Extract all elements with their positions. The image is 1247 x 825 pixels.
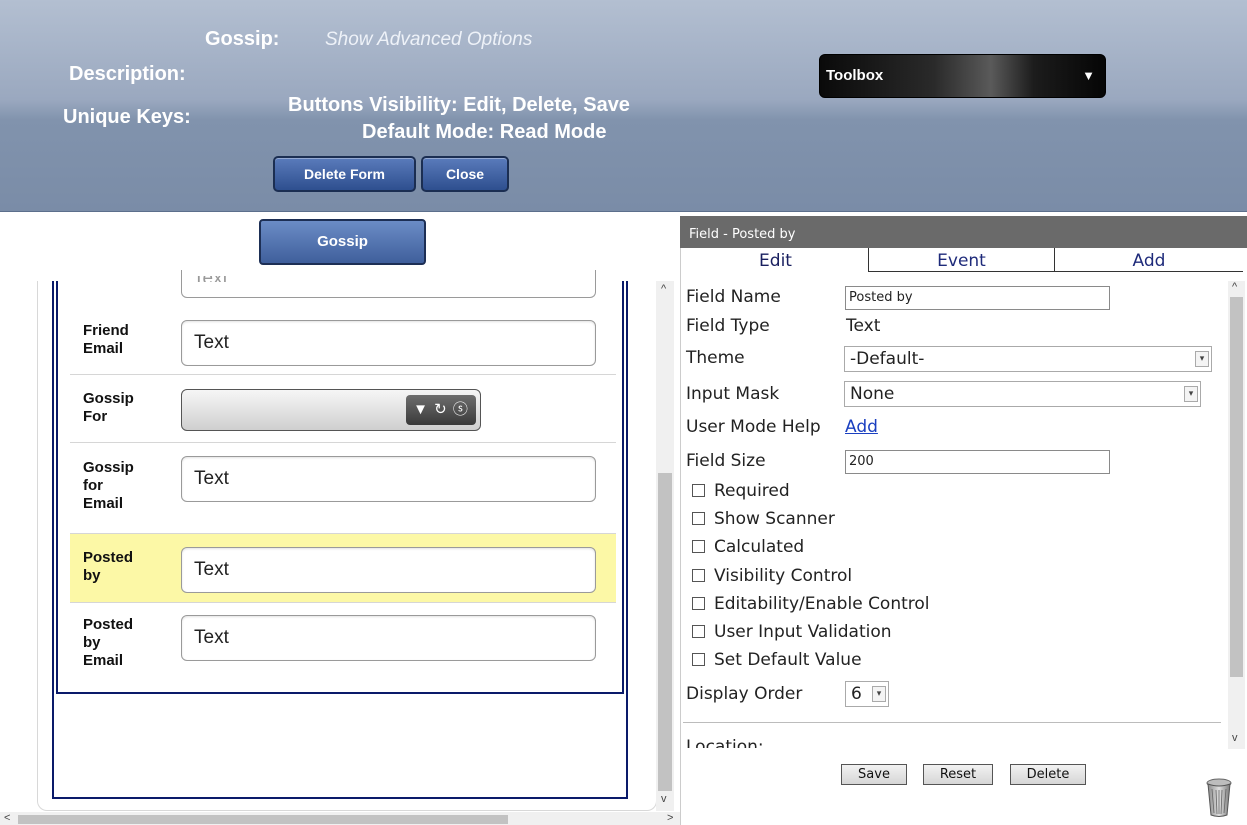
form-inner-border-bottom: [56, 692, 624, 694]
set-default-value-checkbox[interactable]: Set Default Value: [692, 650, 862, 670]
field-type-value: Text: [846, 316, 881, 336]
delete-form-button[interactable]: Delete Form: [273, 156, 416, 192]
theme-select[interactable]: -Default- ▾: [844, 346, 1212, 372]
posted-by-input[interactable]: Text: [181, 547, 596, 593]
form-tab-gossip[interactable]: Gossip: [259, 219, 426, 265]
checkbox-label: Required: [714, 481, 790, 501]
field-name-label: Field Name: [686, 287, 781, 307]
checkbox-icon[interactable]: [692, 597, 705, 610]
chevron-down-icon: ▾: [1195, 351, 1209, 367]
chevron-down-icon: ▼: [1082, 68, 1095, 83]
form-horizontal-scrollbar[interactable]: < >: [0, 812, 680, 825]
delete-button[interactable]: Delete: [1010, 764, 1086, 785]
checkbox-icon[interactable]: [692, 569, 705, 582]
checkbox-icon[interactable]: [692, 625, 705, 638]
description-label: Description:: [69, 63, 186, 85]
user-mode-help-label: User Mode Help: [686, 417, 821, 437]
close-button[interactable]: Close: [421, 156, 509, 192]
display-order-value: 6: [851, 684, 862, 704]
input-mask-select-value: None: [850, 384, 895, 404]
scroll-down-icon[interactable]: v: [661, 793, 667, 805]
input-mask-select[interactable]: None ▾: [844, 381, 1201, 407]
user-mode-help-add-link[interactable]: Add: [845, 417, 878, 437]
default-mode-text: Default Mode: Read Mode: [362, 121, 607, 143]
field-label: Posted by Email: [83, 616, 134, 669]
chevron-down-icon: ▾: [1184, 386, 1198, 402]
theme-select-value: -Default-: [850, 349, 925, 369]
tab-add[interactable]: Add: [1054, 248, 1243, 272]
unique-keys-label: Unique Keys:: [63, 106, 191, 128]
checkbox-label: Show Scanner: [714, 509, 835, 529]
form-inner-border-right: [622, 281, 624, 694]
checkbox-label: User Input Validation: [714, 622, 892, 642]
visibility-control-checkbox[interactable]: Visibility Control: [692, 566, 852, 586]
form-row-gossip-for[interactable]: Gossip For ▼ ↻ ⓢ: [70, 375, 616, 443]
user-input-validation-checkbox[interactable]: User Input Validation: [692, 622, 892, 642]
trash-icon[interactable]: [1206, 778, 1232, 818]
gossip-for-select[interactable]: ▼ ↻ ⓢ: [181, 389, 481, 431]
scroll-right-icon[interactable]: >: [667, 812, 673, 824]
field-label: Gossip for Email: [83, 459, 134, 512]
checkbox-label: Calculated: [714, 537, 805, 557]
text-input-partial[interactable]: [181, 270, 596, 298]
display-order-select[interactable]: 6 ▾: [845, 681, 889, 707]
required-checkbox[interactable]: Required: [692, 481, 790, 501]
form-vertical-scrollbar[interactable]: ^ v: [656, 281, 674, 811]
chevron-down-icon: ▾: [872, 686, 886, 702]
field-label: Gossip For: [83, 390, 134, 425]
field-size-input[interactable]: 200: [845, 450, 1110, 474]
text-input-partial-value: Text: [193, 276, 228, 282]
scroll-left-icon[interactable]: <: [4, 812, 10, 824]
panel-divider: [683, 722, 1221, 723]
buttons-visibility-text: Buttons Visibility: Edit, Delete, Save: [288, 94, 630, 116]
select-tools-icons[interactable]: ▼ ↻ ⓢ: [406, 395, 476, 425]
tab-edit[interactable]: Edit: [683, 248, 868, 272]
field-panel-title: Field - Posted by: [680, 216, 1247, 248]
gossip-for-email-input[interactable]: Text: [181, 456, 596, 502]
field-name-input[interactable]: Posted by: [845, 286, 1110, 310]
checkbox-label: Visibility Control: [714, 566, 853, 586]
scrollbar-thumb[interactable]: [18, 815, 508, 824]
scroll-up-icon[interactable]: ^: [1232, 281, 1237, 293]
location-label-partial: Location:: [686, 738, 764, 748]
form-row-gossip-for-email[interactable]: Gossip for Email Text: [70, 443, 616, 534]
form-row-friend-email[interactable]: Friend Email Text: [70, 307, 616, 375]
posted-by-email-input[interactable]: Text: [181, 615, 596, 661]
toolbox-dropdown[interactable]: Toolbox ▼: [819, 54, 1106, 98]
show-advanced-options-link[interactable]: Show Advanced Options: [325, 29, 532, 51]
show-scanner-checkbox[interactable]: Show Scanner: [692, 509, 835, 529]
scroll-down-icon[interactable]: v: [1232, 732, 1238, 744]
checkbox-icon[interactable]: [692, 484, 705, 497]
checkbox-label: Set Default Value: [714, 650, 862, 670]
field-size-label: Field Size: [686, 451, 766, 471]
field-panel-scrollbar[interactable]: ^ v: [1228, 281, 1245, 749]
checkbox-label: Editability/Enable Control: [714, 594, 930, 614]
display-order-label: Display Order: [686, 684, 803, 704]
scrollbar-thumb[interactable]: [1230, 297, 1243, 677]
form-row-posted-by[interactable]: Posted by Text: [70, 534, 616, 603]
save-button[interactable]: Save: [841, 764, 907, 785]
editability-control-checkbox[interactable]: Editability/Enable Control: [692, 594, 930, 614]
tab-event[interactable]: Event: [868, 248, 1054, 272]
reset-button[interactable]: Reset: [923, 764, 993, 785]
calculated-checkbox[interactable]: Calculated: [692, 537, 804, 557]
form-inner-border-left: [56, 281, 58, 694]
form-row-posted-by-email[interactable]: Posted by Email Text: [70, 603, 616, 691]
input-mask-label: Input Mask: [686, 384, 780, 404]
scroll-up-icon[interactable]: ^: [661, 283, 666, 295]
checkbox-icon[interactable]: [692, 653, 705, 666]
form-name-label: Gossip:: [205, 28, 280, 50]
toolbox-label: Toolbox: [826, 67, 884, 84]
checkbox-icon[interactable]: [692, 540, 705, 553]
field-label: Posted by: [83, 549, 134, 584]
theme-label: Theme: [686, 348, 745, 368]
field-label: Friend Email: [83, 322, 129, 357]
field-type-label: Field Type: [686, 316, 770, 336]
checkbox-icon[interactable]: [692, 512, 705, 525]
scrollbar-thumb[interactable]: [658, 473, 672, 791]
friend-email-input[interactable]: Text: [181, 320, 596, 366]
